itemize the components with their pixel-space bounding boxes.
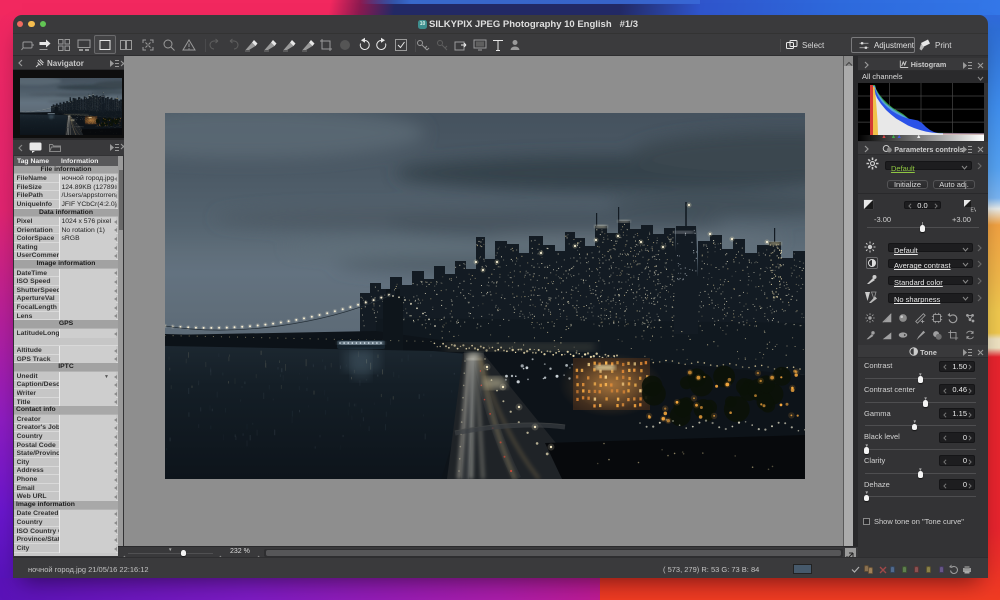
svg-text:EV: EV	[971, 207, 977, 212]
